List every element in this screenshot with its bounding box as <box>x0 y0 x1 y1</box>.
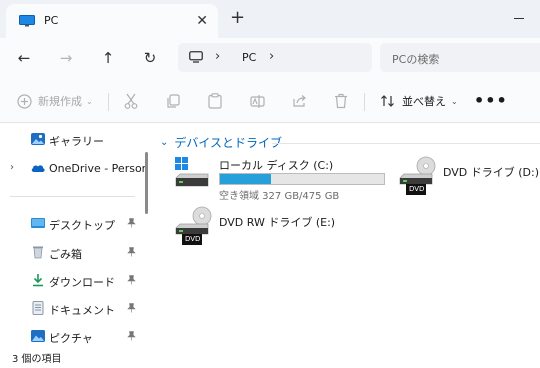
cut-icon <box>124 93 138 109</box>
sidebar-item-onedrive[interactable]: › OneDrive - Persona <box>0 157 150 181</box>
sort-icon <box>381 95 394 107</box>
delete-button[interactable] <box>334 92 348 110</box>
drive-name: DVD ドライブ (D:) <box>443 166 540 179</box>
drive-usage-bar <box>219 173 385 185</box>
paste-icon <box>208 93 222 109</box>
onedrive-icon <box>31 165 45 172</box>
search-input[interactable]: PCの検索 <box>380 43 540 72</box>
refresh-button[interactable]: ↻ <box>140 48 160 68</box>
chevron-down-icon: ⌄ <box>160 137 169 148</box>
dvd-badge: DVD <box>185 235 201 243</box>
more-options-icon[interactable]: ••• <box>474 91 508 110</box>
item-count: 3 個の項目 <box>12 354 62 365</box>
file-view: ⌄ デバイスとドライブ ローカル ディスク (C:) 空き領域 327 GB/4… <box>152 124 540 348</box>
rename-icon <box>250 94 265 108</box>
minimize-button[interactable] <box>514 18 524 19</box>
dvd-badge: DVD <box>409 185 425 193</box>
document-icon <box>32 301 44 315</box>
sidebar-item-recycle-bin[interactable]: ごみ箱 <box>0 241 150 265</box>
drive-c[interactable]: ローカル ディスク (C:) 空き領域 327 GB/475 GB <box>174 156 394 202</box>
chevron-down-icon: ⌄ <box>86 96 93 106</box>
sidebar-item-documents[interactable]: ドキュメント <box>0 297 150 321</box>
pin-icon[interactable] <box>127 331 136 344</box>
plus-circle-icon <box>17 93 32 109</box>
chevron-right-icon[interactable]: › <box>10 162 14 173</box>
tab-title: PC <box>44 14 59 27</box>
rename-button[interactable] <box>250 92 266 110</box>
pin-icon[interactable] <box>127 275 136 288</box>
recycle-bin-icon <box>33 246 43 259</box>
tab-pc[interactable]: PC ✕ <box>6 4 218 38</box>
breadcrumb-chevron-icon[interactable]: › <box>215 49 220 64</box>
group-header[interactable]: ⌄ デバイスとドライブ <box>160 134 282 151</box>
toolbar-divider <box>108 93 109 111</box>
pin-icon[interactable] <box>127 303 136 316</box>
share-button[interactable] <box>292 92 307 110</box>
copy-button[interactable] <box>166 92 180 110</box>
sort-button[interactable]: 並べ替え ⌄ <box>380 92 458 110</box>
trash-icon <box>335 93 347 109</box>
sidebar-item-downloads[interactable]: ダウンロード <box>0 269 150 293</box>
address-bar[interactable]: › PC › <box>178 43 372 72</box>
group-title: デバイスとドライブ <box>174 136 283 150</box>
pin-icon[interactable] <box>127 218 136 231</box>
drive-name: ローカル ディスク (C:) <box>219 159 334 172</box>
sidebar-scrollbar[interactable] <box>145 152 148 214</box>
new-item-label: 新規作成 <box>38 95 82 108</box>
new-item-button[interactable]: 新規作成 ⌄ <box>17 92 93 110</box>
navigation-pane: ギャラリー › OneDrive - Persona デスクトップ ごみ箱 ダウ… <box>0 124 152 348</box>
sidebar-item-desktop[interactable]: デスクトップ <box>0 212 150 236</box>
drive-d[interactable]: DVD DVD ドライブ (D:) <box>398 156 540 196</box>
sidebar-divider <box>10 196 135 197</box>
sidebar-item-gallery[interactable]: ギャラリー <box>0 128 150 152</box>
sidebar-item-label: OneDrive - Persona <box>49 162 145 175</box>
tab-strip: PC ✕ + <box>0 0 540 38</box>
drive-name: DVD RW ドライブ (E:) <box>219 216 336 229</box>
copy-icon <box>167 93 180 108</box>
cut-button[interactable] <box>124 92 138 110</box>
gallery-icon <box>31 133 45 145</box>
toolbar-divider <box>364 93 365 111</box>
up-button[interactable]: ↑ <box>98 48 118 68</box>
back-button[interactable]: ← <box>14 48 34 68</box>
desktop-icon <box>31 218 45 228</box>
download-icon <box>33 274 43 287</box>
drive-free-space: 空き領域 327 GB/475 GB <box>219 191 340 202</box>
computer-icon <box>189 51 203 63</box>
search-placeholder: PCの検索 <box>392 53 440 66</box>
sidebar-item-pictures[interactable]: ピクチャ <box>0 325 150 349</box>
command-bar: 新規作成 ⌄ 並べ替え ⌄ <box>0 80 540 123</box>
group-divider <box>272 143 540 144</box>
chevron-down-icon: ⌄ <box>451 96 458 106</box>
new-tab-button[interactable]: + <box>230 9 245 27</box>
navigation-bar: ← → ↑ ↻ › PC › PCの検索 <box>0 38 540 80</box>
windows-drive-icon <box>175 157 209 187</box>
paste-button[interactable] <box>208 92 222 110</box>
monitor-icon <box>19 15 35 27</box>
forward-button[interactable]: → <box>56 48 76 68</box>
drive-e[interactable]: DVD DVD RW ドライブ (E:) <box>174 206 374 248</box>
status-bar: 3 個の項目 <box>0 348 540 368</box>
breadcrumb-chevron-icon[interactable]: › <box>269 49 274 64</box>
pictures-icon <box>31 330 45 342</box>
sort-label: 並べ替え <box>402 95 446 108</box>
breadcrumb-pc[interactable]: PC <box>242 51 256 64</box>
drive-usage-fill <box>220 174 271 184</box>
close-tab-icon[interactable]: ✕ <box>196 13 208 29</box>
share-icon <box>293 95 306 107</box>
sidebar-item-label: ギャラリー <box>49 135 104 148</box>
pin-icon[interactable] <box>127 247 136 260</box>
